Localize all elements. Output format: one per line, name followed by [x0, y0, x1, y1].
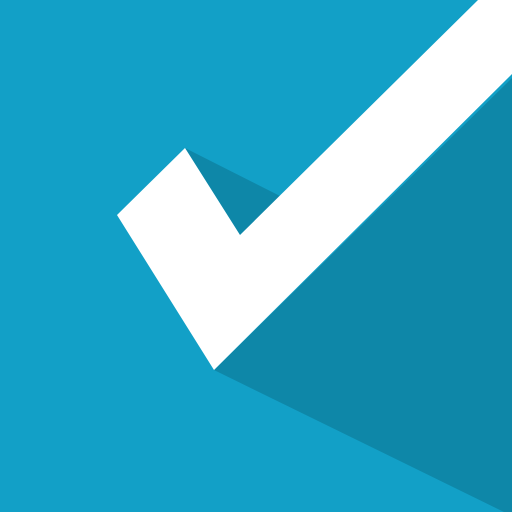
checkmark-app-icon: [0, 0, 512, 512]
